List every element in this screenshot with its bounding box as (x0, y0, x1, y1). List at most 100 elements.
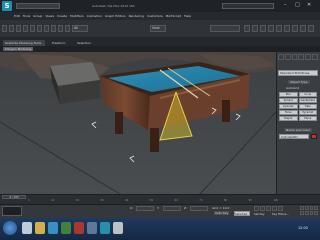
menu-item[interactable]: Graph Editors (105, 13, 126, 19)
z-coordinate-field[interactable] (190, 206, 208, 211)
maximize-button[interactable]: □ (295, 3, 300, 8)
maxscript-listener[interactable] (2, 206, 22, 216)
menu-item[interactable]: Tools (23, 13, 30, 19)
menu-item[interactable]: Animation (87, 13, 102, 19)
field-of-view-icon[interactable] (300, 211, 304, 215)
hierarchy-tab-icon[interactable] (291, 54, 298, 60)
primitive-button[interactable]: Cylinder (279, 104, 298, 109)
named-selection-sets-dropdown[interactable] (210, 25, 240, 32)
mirror-icon[interactable] (244, 25, 250, 32)
x-coordinate-field[interactable] (136, 206, 154, 211)
window-crossing-icon[interactable] (65, 25, 70, 32)
render-icon[interactable] (300, 25, 306, 32)
menu-item[interactable]: Help (184, 13, 191, 19)
primitive-button[interactable]: Tube (298, 104, 317, 109)
play-icon[interactable] (266, 206, 271, 211)
select-icon[interactable] (44, 25, 49, 32)
maximize-viewport-icon[interactable] (314, 211, 318, 215)
settings-app-icon[interactable] (87, 222, 97, 234)
menu-item[interactable]: Create (57, 13, 67, 19)
menu-item[interactable]: Customize (147, 13, 163, 19)
render-frame-icon[interactable] (308, 25, 314, 32)
filter-icon[interactable] (37, 25, 42, 32)
taskbar-app-icons (22, 222, 123, 234)
create-tab-icon[interactable] (278, 54, 284, 60)
select-by-name-icon[interactable] (51, 25, 56, 32)
menu-item[interactable]: Group (33, 13, 42, 19)
pan-icon[interactable] (304, 211, 309, 215)
help-search-input[interactable] (222, 3, 274, 9)
rollout-object-type[interactable]: Object Type (288, 80, 310, 84)
primitive-button[interactable]: Cone (298, 92, 317, 97)
bind-icon[interactable] (30, 25, 35, 32)
close-button[interactable]: ✕ (307, 3, 311, 8)
layer-icon[interactable] (260, 25, 266, 32)
zoom-extents-all-icon[interactable] (314, 206, 318, 210)
key-mode-dropdown[interactable]: Selected (234, 211, 250, 216)
ribbon-tab-selection[interactable]: Selection (77, 41, 91, 45)
primitive-button[interactable]: Sphere (279, 98, 298, 103)
menu-item[interactable]: Rendering (129, 13, 144, 19)
ribbon-subtab-polygon-modeling[interactable]: Polygon Modeling (3, 47, 34, 51)
object-name-input[interactable]: Cylinder001 (279, 134, 309, 139)
primitive-button[interactable]: Pyramid (298, 110, 317, 115)
quick-access-toolbar[interactable] (16, 3, 60, 9)
zoom-all-icon[interactable] (304, 206, 309, 210)
material-editor-icon[interactable] (284, 25, 290, 32)
object-category-dropdown[interactable]: Standard Primitives (278, 70, 318, 76)
render-setup-icon[interactable] (292, 25, 298, 32)
primitive-button[interactable]: Teapot (279, 116, 298, 121)
utilities-tab-icon[interactable] (312, 54, 318, 60)
go-to-start-icon[interactable] (254, 206, 259, 211)
align-icon[interactable] (252, 25, 258, 32)
set-key-button[interactable]: Set Key (254, 212, 265, 216)
zoom-extents-icon[interactable] (309, 206, 314, 210)
next-frame-icon[interactable] (272, 206, 277, 211)
rollout-name-and-color[interactable]: Name and Color (284, 128, 313, 132)
explorer-app-icon[interactable] (22, 222, 32, 234)
zoom-icon[interactable] (300, 206, 304, 210)
object-color-swatch[interactable] (311, 134, 317, 139)
perspective-viewport[interactable] (0, 52, 276, 194)
auto-key-button[interactable]: Auto Key (214, 211, 230, 215)
curve-editor-icon[interactable] (268, 25, 274, 32)
y-coordinate-field[interactable] (163, 206, 181, 211)
windows-start-icon[interactable] (3, 221, 17, 235)
browser-app-icon[interactable] (48, 222, 58, 234)
undo-icon[interactable] (2, 25, 7, 32)
orbit-icon[interactable] (309, 211, 314, 215)
unlink-icon[interactable] (23, 25, 28, 32)
link-icon[interactable] (16, 25, 21, 32)
redo-icon[interactable] (9, 25, 14, 32)
menu-item[interactable]: Edit (14, 13, 20, 19)
primitive-button[interactable]: GeoSphere (298, 98, 317, 103)
autogrid-checkbox[interactable]: AutoGrid (286, 86, 299, 90)
ribbon-tab-freeform[interactable]: Freeform (52, 41, 65, 45)
modify-tab-icon[interactable] (284, 54, 291, 60)
menu-item[interactable]: Modifiers (70, 13, 84, 19)
reference-coordinate-dropdown[interactable]: View (150, 25, 166, 32)
media-app-icon[interactable] (61, 222, 71, 234)
go-to-end-icon[interactable] (278, 206, 283, 211)
app-logo-icon[interactable]: S (2, 1, 12, 11)
motion-tab-icon[interactable] (298, 54, 305, 60)
playback-controls (254, 206, 283, 211)
office-app-icon[interactable] (74, 222, 84, 234)
primitive-button[interactable]: Plane (298, 116, 317, 121)
notepad-app-icon[interactable] (113, 222, 123, 234)
display-tab-icon[interactable] (305, 54, 312, 60)
primitive-button[interactable]: Torus (279, 110, 298, 115)
menu-item[interactable]: Views (45, 13, 54, 19)
key-filters-button[interactable]: Key Filters... (272, 212, 289, 216)
minimize-button[interactable]: – (284, 3, 287, 8)
selection-filter-dropdown[interactable]: All (72, 25, 88, 32)
previous-frame-icon[interactable] (260, 206, 265, 211)
time-slider[interactable]: 0 / 100 (2, 195, 26, 199)
schematic-icon[interactable] (276, 25, 282, 32)
region-select-icon[interactable] (58, 25, 63, 32)
folder-app-icon[interactable] (35, 222, 45, 234)
primitive-button[interactable]: Box (279, 92, 298, 97)
menu-item[interactable]: MAXScript (166, 13, 181, 19)
window-title: Autodesk 3ds Max 2010 x64 (92, 4, 135, 8)
3dsmax-app-icon[interactable] (100, 222, 110, 234)
